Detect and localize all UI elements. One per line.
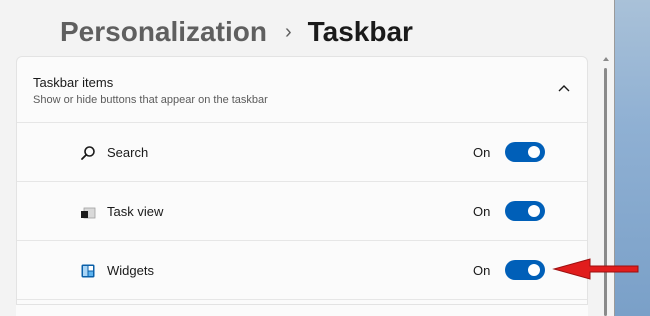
item-label: Search (107, 145, 149, 160)
red-arrow-annotation-icon (552, 258, 639, 280)
page-title: Taskbar (307, 16, 413, 47)
list-item-task-view: Task view On (17, 183, 587, 241)
widgets-toggle[interactable] (505, 260, 545, 280)
list-item-widgets: Widgets On (17, 242, 587, 300)
breadcrumb-personalization[interactable]: Personalization (60, 16, 267, 48)
scroll-up-icon[interactable] (602, 56, 610, 64)
chevron-up-icon[interactable] (558, 84, 570, 94)
item-label: Widgets (107, 263, 154, 278)
search-toggle[interactable] (505, 142, 545, 162)
breadcrumb: Personalization › Taskbar (60, 12, 413, 52)
section-subtitle: Show or hide buttons that appear on the … (33, 94, 268, 106)
toggle-knob (528, 205, 540, 217)
taskbar-items-panel: Taskbar items Show or hide buttons that … (16, 56, 588, 316)
toggle-knob (528, 146, 540, 158)
item-label: Task view (107, 204, 164, 219)
toggle-knob (528, 264, 540, 276)
breadcrumb-separator-icon: › (284, 20, 292, 43)
section-title: Taskbar items (33, 75, 114, 90)
list-item-search: Search On (17, 124, 587, 182)
task-view-toggle[interactable] (505, 201, 545, 221)
settings-window: Personalization › Taskbar Taskbar items … (0, 0, 614, 316)
search-icon (80, 145, 96, 161)
next-panel-edge (16, 304, 588, 316)
toggle-state-text: On (473, 145, 491, 160)
toggle-state-text: On (473, 263, 491, 278)
widgets-icon (80, 263, 96, 279)
task-view-icon (80, 204, 96, 220)
toggle-state-text: On (473, 204, 491, 219)
taskbar-items-header[interactable]: Taskbar items Show or hide buttons that … (17, 57, 587, 123)
